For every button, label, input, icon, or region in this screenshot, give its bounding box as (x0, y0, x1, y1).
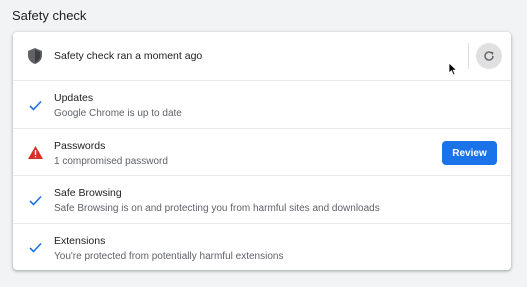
list-item-safe-browsing: Safe Browsing Safe Browsing is on and pr… (13, 175, 511, 223)
safety-check-status-text: Safety check ran a moment ago (54, 50, 203, 62)
safety-check-card: Safety check ran a moment ago Updates Go… (13, 32, 511, 270)
warning-icon (27, 144, 43, 160)
item-title: Extensions (54, 235, 106, 247)
check-icon (27, 239, 43, 255)
section-title: Safety check (12, 8, 87, 23)
check-icon (27, 192, 43, 208)
item-title: Passwords (54, 140, 106, 152)
list-item-passwords: Passwords 1 compromised password Review (13, 128, 511, 175)
mouse-pointer-icon (448, 62, 458, 76)
item-title: Updates (54, 92, 94, 104)
check-icon (27, 97, 43, 113)
safety-check-status-row: Safety check ran a moment ago (13, 32, 511, 80)
shield-icon (27, 48, 43, 64)
divider (468, 43, 469, 69)
item-subtitle: 1 compromised password (54, 156, 168, 167)
list-item-updates: Updates Google Chrome is up to date (13, 80, 511, 128)
item-title: Safe Browsing (54, 187, 122, 199)
item-subtitle: Google Chrome is up to date (54, 108, 182, 119)
item-subtitle: Safe Browsing is on and protecting you f… (54, 203, 380, 214)
item-subtitle: You're protected from potentially harmfu… (54, 251, 284, 262)
list-item-extensions: Extensions You're protected from potenti… (13, 223, 511, 270)
refresh-button[interactable] (476, 43, 502, 69)
review-button[interactable]: Review (442, 141, 497, 165)
refresh-icon (483, 50, 495, 62)
